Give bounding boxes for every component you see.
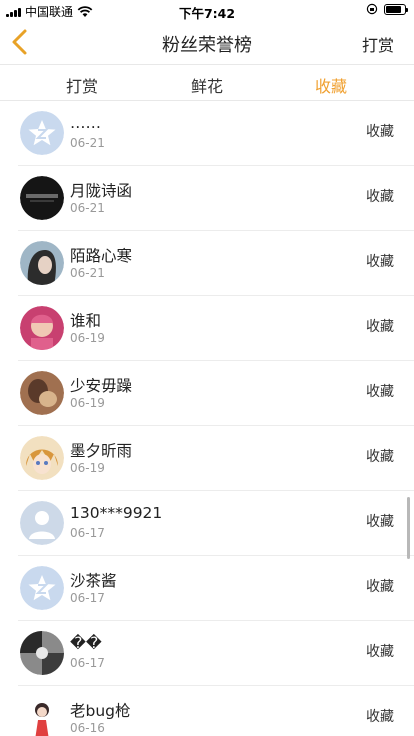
- avatar[interactable]: [20, 566, 64, 610]
- fan-row[interactable]: 沙茶酱 06-17 收藏: [0, 556, 414, 621]
- avatar[interactable]: [20, 436, 64, 480]
- tab-flowers[interactable]: 鲜花: [167, 73, 247, 97]
- fan-name: 130***9921: [70, 504, 163, 522]
- reward-button[interactable]: 打赏: [362, 32, 394, 56]
- fan-date: 06-19: [70, 461, 105, 475]
- fan-action-label: 收藏: [366, 319, 394, 335]
- fan-name: 少安毋躁: [70, 377, 133, 395]
- avatar[interactable]: [20, 501, 64, 545]
- fan-action-label: 收藏: [366, 384, 394, 400]
- battery-icon: [384, 3, 408, 15]
- fan-name: ……: [70, 114, 101, 132]
- avatar[interactable]: [20, 176, 64, 220]
- fan-name: 谁和: [70, 312, 102, 330]
- fan-row[interactable]: 墨夕昕雨 06-19 收藏: [0, 426, 414, 491]
- fan-row[interactable]: 月陇诗函 06-21 收藏: [0, 166, 414, 231]
- tab-bar: 打赏 鲜花 收藏: [0, 64, 414, 101]
- fan-action-label: 收藏: [366, 189, 394, 205]
- fan-date: 06-21: [70, 136, 105, 150]
- fan-date: 06-17: [70, 526, 105, 540]
- tab-reward[interactable]: 打赏: [42, 73, 122, 97]
- fan-action-label: 收藏: [366, 254, 394, 270]
- fan-row[interactable]: �� 06-17 收藏: [0, 621, 414, 686]
- fan-action-label: 收藏: [366, 514, 394, 530]
- fan-row[interactable]: 谁和 06-19 收藏: [0, 296, 414, 361]
- nav-bar: 粉丝荣誉榜 打赏: [0, 20, 414, 64]
- fan-date: 06-19: [70, 396, 105, 410]
- fan-row[interactable]: 陌路心寒 06-21 收藏: [0, 231, 414, 296]
- avatar[interactable]: [20, 371, 64, 415]
- fan-date: 06-17: [70, 591, 105, 605]
- fan-row[interactable]: 老bug枪 06-16 收藏: [0, 686, 414, 736]
- status-right: [366, 3, 408, 15]
- avatar[interactable]: [20, 306, 64, 350]
- page-title: 粉丝荣誉榜: [162, 35, 252, 56]
- avatar[interactable]: [20, 241, 64, 285]
- fan-date: 06-19: [70, 331, 105, 345]
- tab-favorites[interactable]: 收藏: [291, 73, 371, 97]
- fan-date: 06-21: [70, 201, 105, 215]
- fan-name: 陌路心寒: [70, 247, 133, 265]
- fan-name: 月陇诗函: [70, 182, 133, 200]
- fan-row[interactable]: …… 06-21 收藏: [0, 101, 414, 166]
- fan-action-label: 收藏: [366, 709, 394, 725]
- fan-action-label: 收藏: [366, 644, 394, 660]
- fan-action-label: 收藏: [366, 124, 394, 140]
- rotation-lock-icon: [366, 3, 378, 15]
- fan-list: …… 06-21 收藏 月陇诗函 06-21 收藏 陌路心寒 06-21 收藏 谁和 06-19 收藏…: [0, 101, 414, 736]
- fan-row[interactable]: 少安毋躁 06-19 收藏: [0, 361, 414, 426]
- fan-date: 06-17: [70, 656, 105, 670]
- avatar[interactable]: [20, 696, 64, 736]
- fan-date: 06-21: [70, 266, 105, 280]
- status-bar: 中国联通 下午7:42: [0, 0, 414, 21]
- avatar[interactable]: [20, 631, 64, 675]
- fan-row[interactable]: 130***9921 06-17 收藏: [0, 491, 414, 556]
- fan-name: 墨夕昕雨: [70, 442, 133, 460]
- fan-action-label: 收藏: [366, 579, 394, 595]
- scrollbar[interactable]: [407, 497, 410, 559]
- fan-action-label: 收藏: [366, 449, 394, 465]
- fan-name: 老bug枪: [70, 702, 131, 720]
- fan-date: 06-16: [70, 721, 105, 735]
- fan-name: 沙茶酱: [70, 572, 117, 590]
- avatar[interactable]: [20, 111, 64, 155]
- fan-name: ��: [70, 634, 102, 652]
